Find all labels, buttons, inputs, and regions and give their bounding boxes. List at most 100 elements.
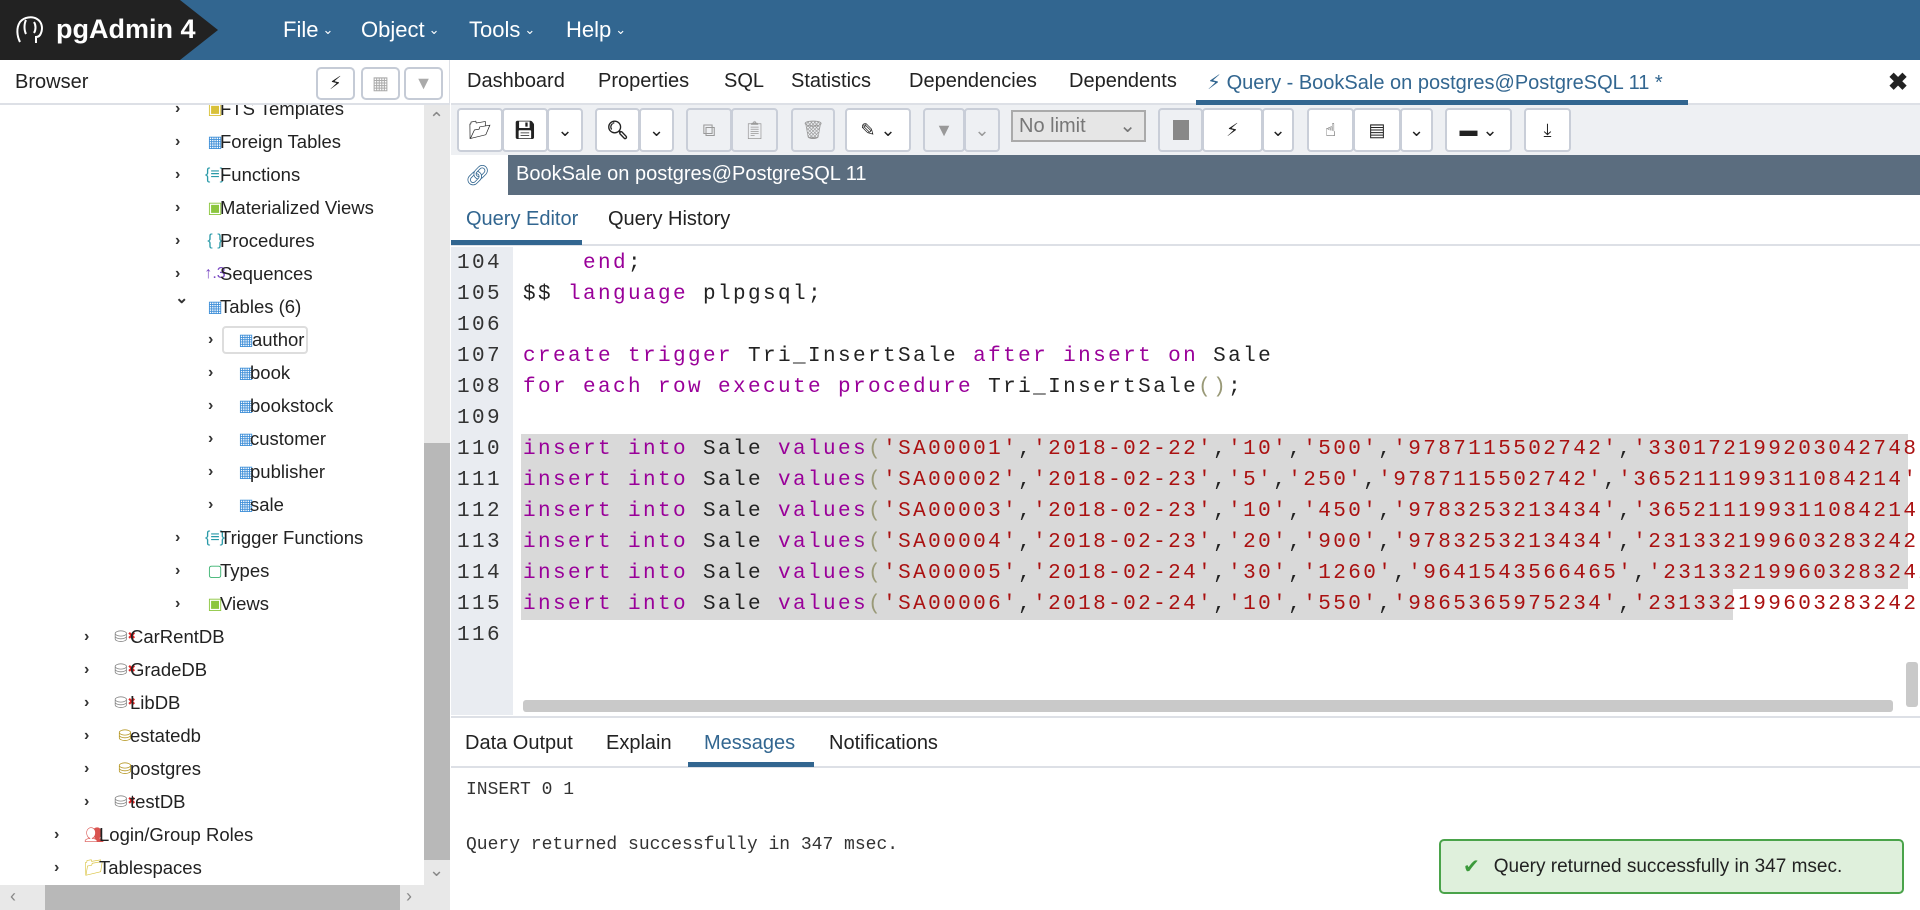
tab-properties[interactable]: Properties	[598, 70, 689, 93]
tree-item[interactable]: › ⛁ ✖ GradeDB	[0, 653, 424, 686]
tab-query-editor[interactable]: Query Editor	[466, 208, 578, 231]
tree-item[interactable]: › ↑.3 Sequences	[0, 257, 424, 290]
tree-item[interactable]: › {≡} Trigger Functions	[0, 521, 424, 554]
chevron-right-icon[interactable]: ›	[84, 628, 89, 646]
filter-button[interactable]: ▼	[404, 67, 443, 100]
menu-file[interactable]: File ⌄	[283, 17, 333, 43]
menu-object[interactable]: Object ⌄	[361, 17, 440, 43]
tree-item[interactable]: › ▦ customer	[0, 422, 424, 455]
editor-horizontal-scrollbar[interactable]	[523, 700, 1893, 712]
chevron-right-icon[interactable]: ›	[208, 430, 213, 448]
chevron-right-icon[interactable]: ›	[175, 166, 180, 184]
scroll-right-icon[interactable]: ›	[406, 886, 412, 907]
scroll-up-icon[interactable]: ⌃	[429, 109, 444, 130]
connection-link-icon[interactable]: 🔗︎	[465, 163, 490, 188]
code-line[interactable]: 109	[451, 403, 1920, 434]
scroll-left-icon[interactable]: ‹	[10, 886, 16, 907]
save-button[interactable]: 💾︎	[502, 108, 548, 152]
tab-statistics[interactable]: Statistics	[791, 70, 871, 93]
code-line[interactable]: 105 $$ language plpgsql;	[451, 279, 1920, 310]
chevron-right-icon[interactable]: ›	[84, 727, 89, 745]
explain-button[interactable]: ☝︎	[1307, 108, 1354, 152]
chevron-right-icon[interactable]: ›	[208, 496, 213, 514]
chevron-right-icon[interactable]: ›	[175, 232, 180, 250]
tab-dependencies[interactable]: Dependencies	[909, 70, 1037, 93]
tree-item[interactable]: › ⛁ postgres	[0, 752, 424, 785]
chevron-down-icon[interactable]: ⌄	[175, 288, 188, 308]
tree-item[interactable]: › ▣ FTS Templates	[0, 105, 424, 125]
code-line[interactable]: 114 insert into Sale values('SA00005','20…	[451, 558, 1920, 589]
copy-button[interactable]: ⧉	[686, 108, 732, 152]
chevron-right-icon[interactable]: ›	[175, 105, 180, 118]
code-line[interactable]: 113 insert into Sale values('SA00004','20…	[451, 527, 1920, 558]
clear-button[interactable]: ▬ ⌄	[1445, 108, 1512, 152]
chevron-right-icon[interactable]: ›	[208, 331, 213, 349]
code-line[interactable]: 104 end;	[451, 248, 1920, 279]
tree-item[interactable]: › ▦ sale	[0, 488, 424, 521]
delete-button[interactable]: 🗑︎	[791, 108, 835, 152]
tree-item[interactable]: › ▦ publisher	[0, 455, 424, 488]
tree-item[interactable]: › ▦ bookstock	[0, 389, 424, 422]
chevron-right-icon[interactable]: ›	[84, 661, 89, 679]
paste-button[interactable]: 📋︎	[731, 108, 778, 152]
tab-query-history[interactable]: Query History	[608, 208, 730, 231]
tree-item[interactable]: › ⛁ ✖ LibDB	[0, 686, 424, 719]
tab-notifications[interactable]: Notifications	[829, 732, 938, 755]
tree-item[interactable]: › 📁︎ Tablespaces	[0, 851, 424, 884]
tree-item[interactable]: › {≡} Functions	[0, 158, 424, 191]
tree-item[interactable]: › ⛁ estatedb	[0, 719, 424, 752]
chevron-right-icon[interactable]: ›	[54, 826, 59, 844]
editor-vertical-scrollbar[interactable]	[1906, 662, 1918, 707]
tree-item[interactable]: › ▢ Types	[0, 554, 424, 587]
tab-dashboard[interactable]: Dashboard	[467, 70, 565, 93]
chevron-right-icon[interactable]: ›	[84, 760, 89, 778]
tree-item[interactable]: › ▣ Views	[0, 587, 424, 620]
scrollbar-thumb[interactable]	[424, 443, 450, 860]
tab-explain[interactable]: Explain	[606, 732, 672, 755]
chevron-right-icon[interactable]: ›	[175, 265, 180, 283]
connection-label[interactable]: BookSale on postgres@PostgreSQL 11	[516, 163, 867, 186]
cancel-query-button[interactable]	[1158, 108, 1203, 152]
tree-item[interactable]: › ⛁ ✖ testDB	[0, 785, 424, 818]
tree-vertical-scrollbar[interactable]: ⌃ ⌄	[424, 105, 450, 885]
scroll-down-icon[interactable]: ⌄	[429, 860, 444, 881]
tree-horizontal-scrollbar[interactable]: ‹ ›	[0, 885, 450, 910]
chevron-right-icon[interactable]: ›	[175, 199, 180, 217]
tree-item[interactable]: › ▦ book	[0, 356, 424, 389]
save-dropdown-button[interactable]: ⌄	[547, 108, 583, 152]
filter-button[interactable]: ▼	[923, 108, 965, 152]
chevron-right-icon[interactable]: ›	[175, 133, 180, 151]
code-line[interactable]: 116	[451, 620, 1920, 651]
chevron-right-icon[interactable]: ›	[208, 463, 213, 481]
tree-item[interactable]: › ▦ Foreign Tables	[0, 125, 424, 158]
sql-editor[interactable]: 104 end; 105 $$ language plpgsql; 106 107 cre…	[451, 247, 1920, 715]
tab-data-output[interactable]: Data Output	[465, 732, 573, 755]
tree-item[interactable]: › ▦ author	[0, 323, 424, 356]
filter-dropdown-button[interactable]: ⌄	[964, 108, 1000, 152]
tree-item[interactable]: › ⛁ ✖ CarRentDB	[0, 620, 424, 653]
chevron-right-icon[interactable]: ›	[208, 397, 213, 415]
code-line[interactable]: 108 for each row execute procedure Tri_In…	[451, 372, 1920, 403]
tree-item[interactable]: ›{ } Procedures	[0, 224, 424, 257]
explain-dropdown-button[interactable]: ⌄	[1400, 108, 1433, 152]
chevron-right-icon[interactable]: ›	[84, 793, 89, 811]
explain-analyze-button[interactable]: ▤	[1353, 108, 1401, 152]
download-button[interactable]: ⤓	[1524, 108, 1571, 152]
view-data-button[interactable]: ▦	[361, 67, 400, 100]
tab-messages[interactable]: Messages	[704, 732, 795, 755]
execute-button[interactable]: ⚡︎	[1202, 108, 1263, 152]
edit-button[interactable]: ✎ ⌄	[845, 108, 911, 152]
tab-sql[interactable]: SQL	[724, 70, 764, 93]
scrollbar-thumb[interactable]	[45, 885, 400, 910]
open-file-button[interactable]: 📂︎	[457, 108, 503, 152]
chevron-right-icon[interactable]: ›	[84, 694, 89, 712]
tab-query[interactable]: ⚡︎ Query - BookSale on postgres@PostgreS…	[1207, 70, 1663, 95]
chevron-right-icon[interactable]: ›	[208, 364, 213, 382]
code-line[interactable]: 106	[451, 310, 1920, 341]
code-line[interactable]: 107 create trigger Tri_InsertSale after i…	[451, 341, 1920, 372]
tree-item[interactable]: › 👥︎ Login/Group Roles	[0, 818, 424, 851]
code-line[interactable]: 111 insert into Sale values('SA00002','20…	[451, 465, 1920, 496]
execute-dropdown-button[interactable]: ⌄	[1262, 108, 1294, 152]
chevron-right-icon[interactable]: ›	[175, 562, 180, 580]
tree-item[interactable]: ⌄ ▦ Tables (6)	[0, 290, 424, 323]
